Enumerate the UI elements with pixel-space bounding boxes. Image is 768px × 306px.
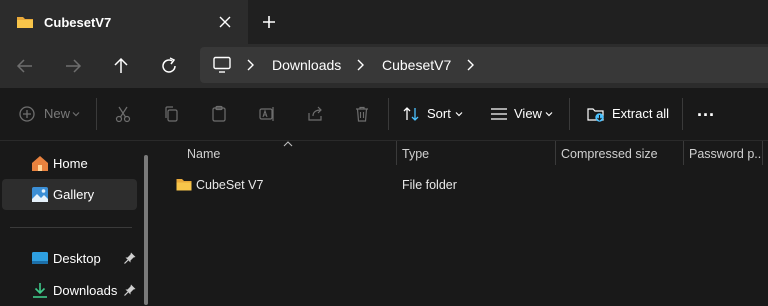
view-button[interactable]: View — [514, 106, 542, 121]
chevron-down-icon — [455, 112, 463, 117]
toolbar-divider — [388, 98, 389, 130]
extract-all-button[interactable]: Extract all — [612, 106, 669, 121]
sidebar-item-downloads[interactable]: Downloads — [2, 275, 137, 306]
column-header-name[interactable]: Name — [187, 147, 387, 167]
column-divider[interactable] — [683, 141, 684, 165]
sidebar-item-label: Home — [53, 156, 88, 171]
sidebar-item-label: Desktop — [53, 251, 101, 266]
column-header-password[interactable]: Password p... — [689, 147, 761, 167]
chevron-down-icon — [545, 112, 553, 117]
back-arrow-icon[interactable] — [14, 55, 36, 77]
column-header-compressed-size[interactable]: Compressed size — [561, 147, 679, 167]
folder-icon — [17, 17, 33, 28]
toolbar-divider — [569, 98, 570, 130]
chevron-down-icon — [72, 112, 80, 117]
sort-icon[interactable] — [402, 105, 420, 123]
paste-icon[interactable] — [210, 105, 228, 123]
address-bar[interactable]: Downloads CubesetV7 — [200, 47, 768, 83]
breadcrumb-cubesetv7[interactable]: CubesetV7 — [382, 57, 451, 73]
new-plus-icon[interactable] — [18, 105, 36, 123]
column-header-type[interactable]: Type — [402, 147, 552, 167]
cut-icon[interactable] — [114, 105, 132, 123]
column-divider[interactable] — [555, 141, 556, 165]
this-pc-icon[interactable] — [212, 56, 232, 74]
folder-icon — [176, 179, 192, 191]
close-tab-icon[interactable] — [216, 13, 234, 31]
up-arrow-icon[interactable] — [110, 55, 132, 77]
sidebar-item-home[interactable]: Home — [2, 148, 137, 179]
extract-all-icon[interactable] — [587, 105, 605, 123]
tab-strip: CubesetV7 — [0, 0, 768, 44]
table-row[interactable]: CubeSet V7 File folder — [170, 174, 768, 198]
pin-icon[interactable] — [123, 251, 137, 265]
view-icon[interactable] — [490, 105, 508, 123]
row-type: File folder — [402, 178, 457, 192]
sidebar-scrollbar[interactable] — [144, 155, 148, 305]
command-bar: New Sort View Extract all ... — [0, 88, 768, 140]
new-tab-icon[interactable] — [260, 13, 278, 31]
chevron-right-icon[interactable] — [352, 57, 368, 73]
breadcrumb-downloads[interactable]: Downloads — [272, 57, 341, 73]
column-divider[interactable] — [396, 141, 397, 165]
sidebar-item-gallery[interactable]: Gallery — [2, 179, 137, 210]
delete-icon[interactable] — [353, 105, 371, 123]
sidebar-item-desktop[interactable]: Desktop — [2, 243, 137, 274]
tab-title: CubesetV7 — [44, 14, 112, 30]
download-icon — [33, 283, 47, 298]
new-button[interactable]: New — [44, 106, 70, 121]
gallery-icon — [32, 187, 48, 202]
sidebar-divider — [10, 227, 132, 228]
column-divider[interactable] — [762, 141, 763, 165]
navigation-bar: Downloads CubesetV7 — [0, 44, 768, 88]
row-name[interactable]: CubeSet V7 — [196, 178, 263, 192]
rename-icon[interactable] — [258, 105, 276, 123]
file-list: Name Type Compressed size Password p... … — [150, 141, 768, 305]
toolbar-divider — [96, 98, 97, 130]
refresh-icon[interactable] — [158, 55, 180, 77]
copy-icon[interactable] — [162, 105, 180, 123]
pin-icon[interactable] — [123, 283, 137, 297]
desktop-icon — [32, 252, 48, 264]
sort-button[interactable]: Sort — [427, 106, 451, 121]
sidebar-item-label: Downloads — [53, 283, 118, 298]
chevron-right-icon[interactable] — [462, 57, 478, 73]
forward-arrow-icon[interactable] — [62, 55, 84, 77]
tab-cubesetv7[interactable]: CubesetV7 — [0, 0, 248, 44]
chevron-right-icon[interactable] — [242, 57, 258, 73]
navigation-pane: Home Gallery Desktop Downloads — [0, 141, 150, 305]
home-icon — [32, 156, 48, 171]
toolbar-divider — [682, 98, 683, 130]
sidebar-item-label: Gallery — [53, 187, 95, 202]
share-icon[interactable] — [306, 105, 324, 123]
more-options-button[interactable]: ... — [697, 100, 715, 121]
